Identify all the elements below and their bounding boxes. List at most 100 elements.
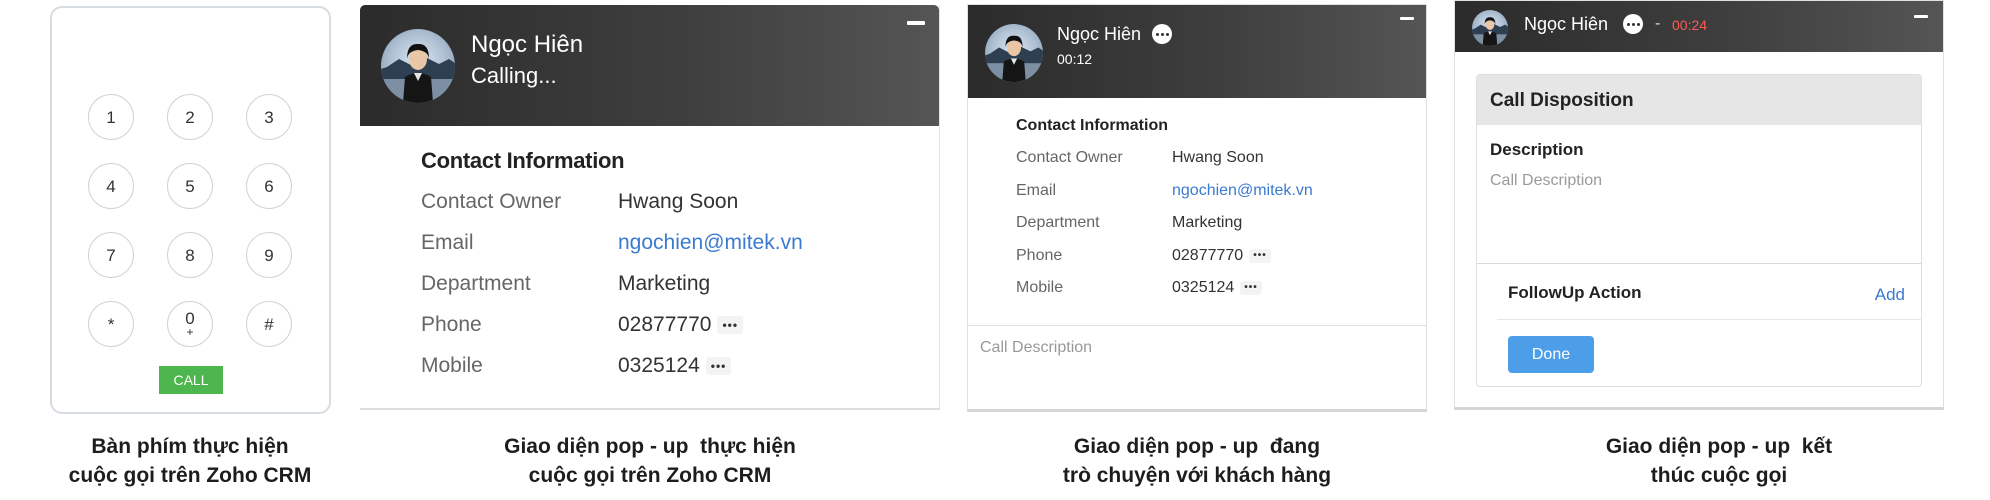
- incall-caption: Giao diện pop - up đang trò chuyện với k…: [1047, 432, 1347, 490]
- key-9-button[interactable]: 9: [246, 232, 292, 278]
- department-value: Marketing: [618, 272, 711, 295]
- call-disposition-header: Call Disposition: [1477, 75, 1921, 125]
- phone-number: 02877770: [618, 313, 712, 336]
- key-3-button[interactable]: 3: [246, 94, 292, 140]
- phone-value: 02877770 •••: [1172, 247, 1271, 265]
- phone-label: Phone: [421, 313, 482, 336]
- department-label: Department: [1016, 214, 1100, 231]
- incall-caption-line1: Giao diện pop - up đang: [1073, 435, 1321, 458]
- key-hash-label: #: [264, 314, 274, 334]
- calling-status: Calling...: [471, 63, 557, 88]
- contact-info-title: Contact Information: [421, 148, 625, 173]
- incall-popup: Ngọc Hiên 00:12 Contact Information Cont…: [967, 4, 1427, 412]
- contact-owner-value: Hwang Soon: [618, 190, 739, 213]
- end-call-popup: Ngọc Hiên - 00:24 Call Disposition Descr…: [1454, 0, 1944, 410]
- add-followup-link[interactable]: Add: [1875, 285, 1905, 305]
- key-4-label: 4: [106, 176, 116, 196]
- minimize-icon[interactable]: [907, 21, 925, 25]
- contact-owner-value: Hwang Soon: [1172, 149, 1264, 166]
- phone-value: 02877770 •••: [618, 313, 744, 337]
- divider: [1477, 263, 1921, 264]
- description-label: Description: [1490, 140, 1584, 159]
- contact-owner-label: Contact Owner: [421, 190, 562, 213]
- dial-keypad: 1 2 3 4 5 6 7 8 9 * 0 + # CALL: [50, 6, 331, 414]
- key-star-button[interactable]: *: [88, 301, 134, 347]
- key-3-label: 3: [264, 107, 274, 127]
- avatar-photo-icon: [381, 43, 455, 103]
- email-label: Email: [421, 231, 474, 254]
- key-1-label: 1: [106, 107, 116, 127]
- keypad-caption: Bàn phím thực hiện cuộc gọi trên Zoho CR…: [40, 432, 340, 490]
- mobile-more-icon[interactable]: •••: [1240, 280, 1262, 295]
- key-9-label: 9: [264, 245, 274, 265]
- contact-avatar: [1472, 10, 1508, 46]
- calling-popup: Ngọc Hiên Calling... Contact Information…: [360, 5, 940, 410]
- call-disposition-title: Call Disposition: [1490, 90, 1634, 111]
- mobile-number: 0325124: [1172, 279, 1235, 296]
- key-6-label: 6: [264, 176, 274, 196]
- keypad-caption-line1: Bàn phím thực hiện: [91, 435, 289, 458]
- email-link[interactable]: ngochien@mitek.vn: [1172, 182, 1313, 200]
- calling-caption-line2: cuộc gọi trên Zoho CRM: [528, 464, 772, 487]
- minimize-icon[interactable]: [1914, 15, 1928, 18]
- avatar-photo-icon: [985, 35, 1043, 82]
- mobile-label: Mobile: [421, 354, 483, 377]
- end-call-contact-name: Ngọc Hiên: [1524, 14, 1609, 34]
- key-5-button[interactable]: 5: [167, 163, 213, 209]
- end-call-caption-line1: Giao diện pop - up kết: [1605, 435, 1833, 458]
- key-0-button[interactable]: 0 +: [167, 301, 213, 347]
- header-separator: -: [1655, 15, 1661, 32]
- contact-avatar: [985, 24, 1043, 82]
- department-label: Department: [421, 272, 531, 295]
- incall-contact-name: Ngọc Hiên: [1057, 24, 1142, 44]
- more-options-icon[interactable]: [1623, 14, 1643, 34]
- key-hash-button[interactable]: #: [246, 301, 292, 347]
- divider: [968, 325, 1426, 326]
- department-value: Marketing: [1172, 214, 1243, 231]
- keypad-caption-line2: cuộc gọi trên Zoho CRM: [68, 464, 312, 487]
- call-disposition-card: Call Disposition Description Call Descri…: [1476, 74, 1922, 387]
- phone-number: 02877770: [1172, 247, 1244, 264]
- key-1-button[interactable]: 1: [88, 94, 134, 140]
- mobile-value: 0325124 •••: [618, 354, 732, 378]
- divider: [1497, 319, 1921, 320]
- call-description-input[interactable]: Call Description: [1490, 172, 1910, 190]
- calling-contact-name: Ngọc Hiên: [471, 31, 584, 58]
- key-7-label: 7: [106, 245, 116, 265]
- minimize-icon[interactable]: [1400, 17, 1414, 20]
- key-8-button[interactable]: 8: [167, 232, 213, 278]
- phone-more-icon[interactable]: •••: [1249, 248, 1271, 263]
- call-duration: 00:24: [1672, 17, 1708, 33]
- calling-popup-header: Ngọc Hiên Calling...: [360, 5, 939, 126]
- key-8-label: 8: [185, 245, 195, 265]
- phone-more-icon[interactable]: •••: [717, 316, 744, 335]
- end-call-caption-line2: thúc cuộc gọi: [1650, 464, 1788, 487]
- key-0-plus-label: +: [186, 325, 194, 340]
- mobile-value: 0325124 •••: [1172, 279, 1262, 297]
- calling-caption-line1: Giao diện pop - up thực hiện: [504, 435, 796, 458]
- call-description-input[interactable]: Call Description: [980, 339, 1092, 357]
- end-call-caption: Giao diện pop - up kết thúc cuộc gọi: [1569, 432, 1869, 490]
- avatar-photo-icon: [1472, 17, 1508, 46]
- mobile-more-icon[interactable]: •••: [705, 357, 732, 376]
- key-4-button[interactable]: 4: [88, 163, 134, 209]
- contact-owner-label: Contact Owner: [1016, 149, 1123, 166]
- incall-caption-line2: trò chuyện với khách hàng: [1062, 464, 1332, 487]
- incall-popup-header: Ngọc Hiên 00:12: [968, 5, 1426, 98]
- key-7-button[interactable]: 7: [88, 232, 134, 278]
- done-button[interactable]: Done: [1508, 336, 1594, 373]
- followup-action-label: FollowUp Action: [1508, 283, 1642, 302]
- key-5-label: 5: [185, 176, 195, 196]
- mobile-label: Mobile: [1016, 279, 1064, 296]
- phone-label: Phone: [1016, 247, 1063, 264]
- key-2-button[interactable]: 2: [167, 94, 213, 140]
- call-button[interactable]: CALL: [159, 366, 223, 394]
- contact-info-title: Contact Information: [1016, 117, 1168, 134]
- end-call-popup-header: Ngọc Hiên - 00:24: [1455, 1, 1943, 52]
- more-options-icon[interactable]: [1152, 24, 1172, 44]
- key-star-label: *: [107, 314, 115, 334]
- email-link[interactable]: ngochien@mitek.vn: [618, 231, 803, 255]
- key-2-label: 2: [185, 107, 195, 127]
- email-label: Email: [1016, 182, 1057, 199]
- key-6-button[interactable]: 6: [246, 163, 292, 209]
